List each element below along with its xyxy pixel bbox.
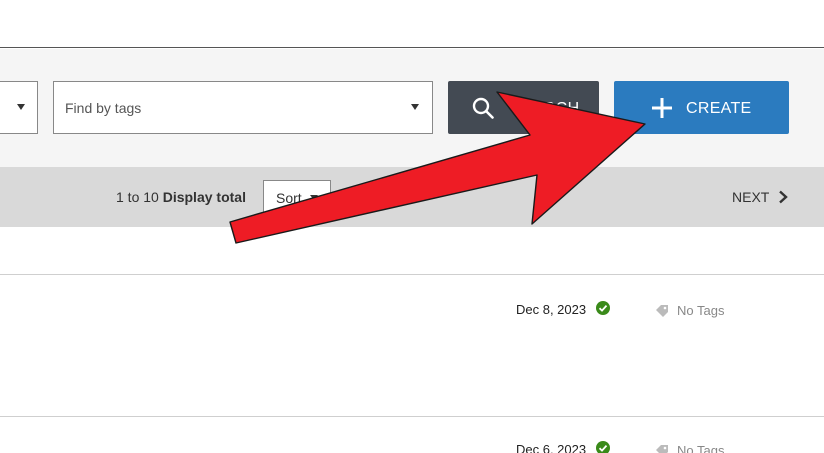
results-count: 1 to 10 Display total bbox=[116, 189, 246, 205]
caret-down-icon bbox=[411, 104, 419, 110]
pager-bar: 1 to 10 Display total Sort NEXT bbox=[0, 167, 824, 227]
next-label: NEXT bbox=[732, 189, 770, 205]
results-total-label: Display total bbox=[162, 189, 246, 205]
row-tags: No Tags bbox=[677, 303, 725, 318]
row-divider bbox=[0, 274, 824, 275]
create-button-label: CREATE bbox=[686, 100, 752, 117]
results-range: 1 to 10 bbox=[116, 189, 159, 205]
chevron-right-icon bbox=[779, 190, 788, 204]
row-date: Dec 6, 2023 bbox=[516, 442, 587, 453]
tags-select-placeholder: Find by tags bbox=[65, 100, 142, 116]
sort-dropdown[interactable]: Sort bbox=[263, 180, 331, 213]
search-button[interactable]: SEARCH bbox=[448, 81, 599, 134]
search-button-label: SEARCH bbox=[510, 100, 580, 117]
top-bar bbox=[0, 0, 824, 48]
row-divider bbox=[0, 416, 824, 417]
search-icon bbox=[472, 97, 494, 119]
row-tags: No Tags bbox=[677, 443, 725, 453]
filter-bar: Find by tags SEARCH CREATE bbox=[0, 49, 824, 167]
sort-label: Sort bbox=[276, 190, 302, 206]
find-by-tags-select[interactable]: Find by tags bbox=[53, 81, 433, 134]
check-circle-icon bbox=[596, 301, 610, 315]
tag-icon bbox=[656, 445, 668, 453]
create-button[interactable]: CREATE bbox=[614, 81, 789, 134]
next-page-link[interactable]: NEXT bbox=[732, 189, 788, 205]
tag-icon bbox=[656, 305, 668, 317]
plus-icon bbox=[652, 98, 672, 118]
filter-select-dropdown[interactable] bbox=[0, 81, 38, 134]
caret-down-icon bbox=[17, 104, 25, 110]
caret-down-icon bbox=[310, 195, 318, 200]
row-date: Dec 8, 2023 bbox=[516, 302, 587, 317]
check-circle-icon bbox=[596, 441, 610, 453]
